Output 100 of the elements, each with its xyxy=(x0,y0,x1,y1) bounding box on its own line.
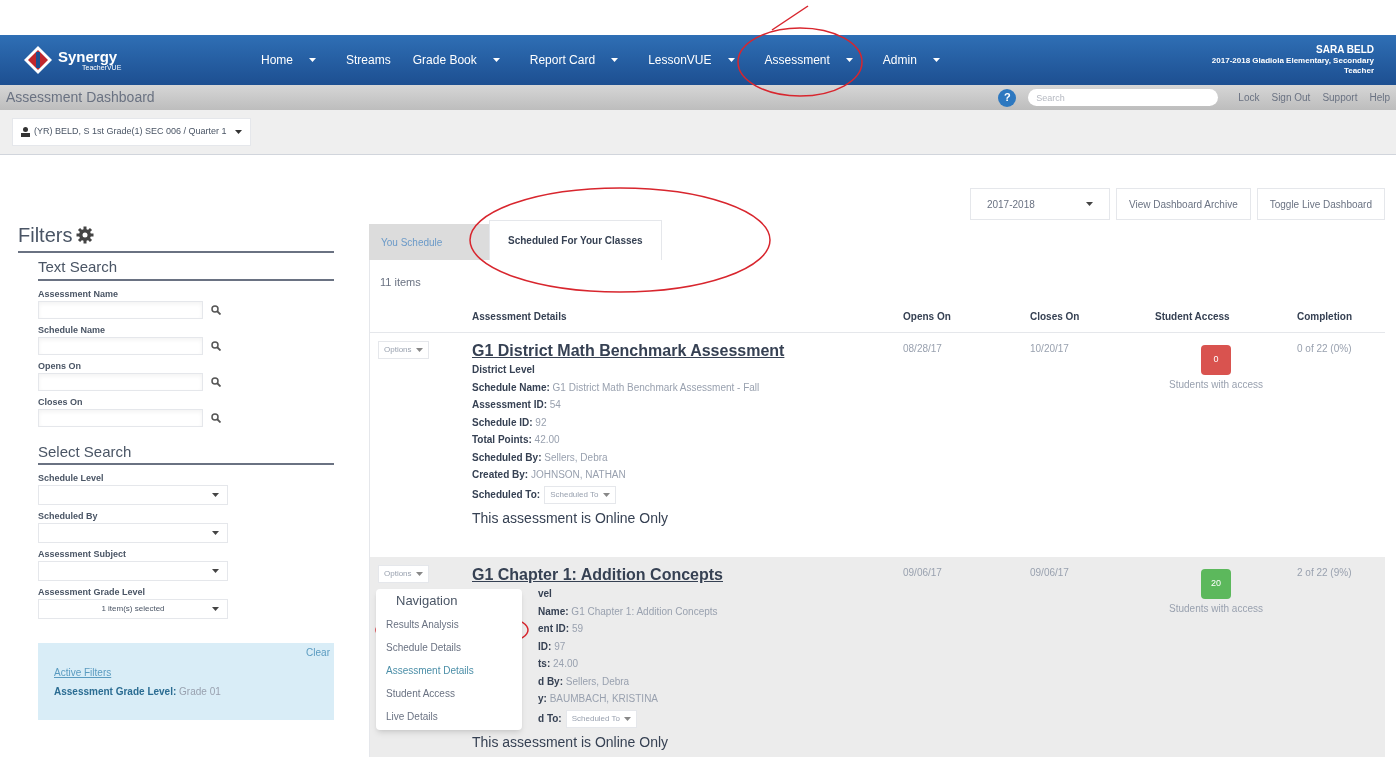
detail-line: Total Points: 42.00 xyxy=(472,433,561,447)
menu-item[interactable]: Student Access xyxy=(376,682,522,705)
user-role: Teacher xyxy=(1343,66,1374,77)
field-label: Assessment Subject xyxy=(38,548,128,561)
caret-icon xyxy=(727,58,735,62)
column-header: Closes On xyxy=(1030,309,1081,324)
nav-item[interactable]: Home xyxy=(257,51,328,69)
section-heading: Text Search xyxy=(38,256,334,281)
table-cell-text: 08/28/17 xyxy=(903,342,943,356)
table-cell-text: 0 of 22 (0%) xyxy=(1297,342,1353,356)
nav-item[interactable]: Admin xyxy=(878,51,952,69)
nav-item[interactable]: Report Card xyxy=(525,51,631,69)
field-label: Schedule Name xyxy=(38,323,107,337)
nav-item[interactable]: LessonVUE xyxy=(644,51,747,69)
section-selector[interactable]: (YR) BELD, S 1st Grade(1) SEC 006 / Quarter 1 xyxy=(12,118,251,146)
scheduled-to-button[interactable]: Scheduled To xyxy=(544,485,616,504)
select-field[interactable] xyxy=(38,561,228,581)
access-label: Students with access xyxy=(1169,602,1263,616)
nav-item[interactable]: Assessment xyxy=(760,51,865,69)
person-icon xyxy=(21,127,30,137)
caret-icon xyxy=(845,58,853,62)
select-field[interactable]: 1 item(s) selected xyxy=(38,599,228,619)
assessment-title-link[interactable]: G1 Chapter 1: Addition Concepts xyxy=(472,565,903,585)
detail-line: Created By: JOHNSON, NATHAN xyxy=(472,468,627,482)
logo-text: Synergy xyxy=(58,49,119,64)
detail-line: Schedule Name: G1 District Math Benchmark Assessment - Fall xyxy=(472,380,761,395)
header-link[interactable]: Sign Out xyxy=(1271,90,1311,105)
menu-item[interactable]: Live Details xyxy=(376,705,522,728)
scheduled-to-button[interactable]: Scheduled To xyxy=(565,709,638,728)
detail-line: Assessment ID: 54 xyxy=(472,398,562,412)
detail-line: ID: 97 xyxy=(538,639,567,654)
filters-heading: Filters xyxy=(18,223,73,248)
table-cell-text: 2 of 22 (9%) xyxy=(1297,566,1353,580)
online-only-note: This assessment is Online Only xyxy=(472,509,670,527)
nav-item[interactable]: Streams xyxy=(342,51,395,69)
field-label: Closes On xyxy=(38,395,84,409)
search-icon[interactable] xyxy=(211,412,221,423)
caret-icon xyxy=(624,716,632,721)
detail-label: d To: xyxy=(538,711,562,726)
user-name: SARA BELD xyxy=(1316,43,1374,57)
caret-icon xyxy=(415,348,423,352)
help-icon[interactable]: ? xyxy=(998,88,1017,107)
table-cell-text: 09/06/17 xyxy=(1030,566,1070,580)
caret-icon xyxy=(212,493,219,497)
toolbar-button[interactable]: View Dashboard Archive xyxy=(1115,188,1251,220)
annotation-stroke xyxy=(771,5,809,31)
table-cell-text: 09/06/17 xyxy=(903,566,943,580)
section-heading: Select Search xyxy=(38,440,334,465)
search-icon[interactable] xyxy=(211,376,221,387)
field-label: Assessment Name xyxy=(38,287,120,301)
column-header: Completion xyxy=(1297,309,1353,324)
search-icon[interactable] xyxy=(211,304,221,315)
detail-line: ent ID: 59 xyxy=(538,622,584,636)
field-label: Opens On xyxy=(38,359,82,373)
text-input-field[interactable] xyxy=(38,372,203,391)
text-input-field[interactable] xyxy=(38,300,203,319)
menu-header: Navigation xyxy=(395,592,459,610)
settings-icon[interactable] xyxy=(76,226,95,244)
detail-line: Scheduled By: Sellers, Debra xyxy=(472,450,609,465)
clear-link[interactable]: Clear xyxy=(306,645,330,660)
caret-icon xyxy=(212,607,219,611)
assessment-title-link[interactable]: G1 District Math Benchmark Assessment xyxy=(472,341,903,361)
access-count-badge: 0 xyxy=(1201,345,1231,375)
select-field[interactable] xyxy=(38,523,228,543)
detail-line: y: BAUMBACH, KRISTINA xyxy=(538,692,660,706)
assessment-level: vel xyxy=(538,587,553,601)
access-count-badge: 20 xyxy=(1201,569,1231,599)
search-field[interactable]: Search xyxy=(1028,89,1219,106)
detail-line: d By: Sellers, Debra xyxy=(538,674,631,689)
detail-line: Name: G1 Chapter 1: Addition Concepts xyxy=(538,604,719,619)
text-input-field[interactable] xyxy=(38,336,203,355)
header-link[interactable]: Lock xyxy=(1238,90,1260,105)
menu-item[interactable]: Assessment Details xyxy=(376,659,522,682)
options-button[interactable]: Options xyxy=(378,341,429,359)
column-header: Assessment Details xyxy=(472,309,568,324)
tab[interactable]: Scheduled For Your Classes xyxy=(489,220,662,260)
column-header: Student Access xyxy=(1155,309,1231,324)
detail-label: Scheduled To: xyxy=(472,487,541,502)
caret-icon xyxy=(1085,202,1093,206)
toolbar-button[interactable]: Toggle Live Dashboard xyxy=(1256,188,1385,220)
user-school: 2017-2018 Gladiola Elementary, Secondary xyxy=(1211,56,1374,67)
caret-icon xyxy=(602,492,610,497)
caret-icon xyxy=(492,58,500,62)
active-filter: Assessment Grade Level: Grade 01 xyxy=(54,685,222,699)
access-label: Students with access xyxy=(1169,378,1263,392)
search-icon[interactable] xyxy=(211,340,221,351)
caret-icon xyxy=(415,572,423,576)
header-link[interactable]: Support xyxy=(1322,90,1358,105)
nav-item[interactable]: Grade Book xyxy=(408,51,512,69)
options-button[interactable]: Options xyxy=(378,565,429,583)
field-label: Schedule Level xyxy=(38,472,105,485)
select-field[interactable] xyxy=(38,485,228,505)
text-input-field[interactable] xyxy=(38,408,203,427)
year-select[interactable]: 2017-2018 xyxy=(969,188,1110,220)
logo-icon xyxy=(22,44,54,76)
table-cell-text: 10/20/17 xyxy=(1030,342,1070,356)
page-title: Assessment Dashboard xyxy=(6,88,155,107)
header-link[interactable]: Help xyxy=(1369,90,1390,105)
field-label: Assessment Grade Level xyxy=(38,586,147,599)
caret-icon xyxy=(611,58,619,62)
